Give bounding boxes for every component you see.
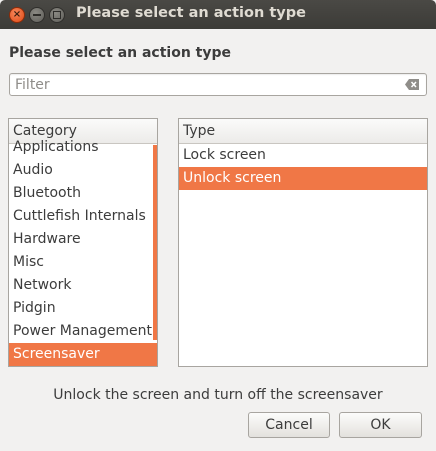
type-item-lock-screen[interactable]: Lock screen — [179, 144, 427, 167]
category-item-misc[interactable]: Misc — [9, 251, 157, 274]
close-window-button[interactable]: × — [9, 7, 25, 23]
title-bar: × Please select an action type — [0, 0, 436, 29]
maximize-window-button[interactable] — [49, 7, 65, 23]
action-description: Unlock the screen and turn off the scree… — [53, 387, 383, 403]
type-items: Lock screen Unlock screen — [179, 144, 427, 190]
ok-button[interactable]: OK — [339, 412, 422, 438]
type-column-header[interactable]: Type — [179, 119, 427, 144]
category-item-hardware[interactable]: Hardware — [9, 228, 157, 251]
filter-field[interactable] — [9, 73, 427, 96]
type-list: Type Lock screen Unlock screen — [178, 118, 428, 367]
category-scrollbar[interactable] — [153, 145, 157, 340]
category-list: Category Applications Audio Bluetooth Cu… — [8, 118, 158, 367]
dialog-heading: Please select an action type — [9, 45, 232, 61]
cancel-button[interactable]: Cancel — [248, 412, 330, 438]
category-item-applications[interactable]: Applications — [9, 136, 157, 159]
filter-input[interactable] — [10, 74, 390, 95]
category-item-network[interactable]: Network — [9, 274, 157, 297]
clear-entry-icon[interactable] — [404, 78, 420, 91]
category-item-cuttlefish-internals[interactable]: Cuttlefish Internals — [9, 205, 157, 228]
category-item-power-management[interactable]: Power Management — [9, 320, 157, 343]
category-item-pidgin[interactable]: Pidgin — [9, 297, 157, 320]
minimize-window-button[interactable] — [29, 7, 45, 23]
category-item-audio[interactable]: Audio — [9, 159, 157, 182]
close-icon: × — [12, 9, 22, 20]
type-item-unlock-screen[interactable]: Unlock screen — [179, 167, 427, 190]
window-title: Please select an action type — [76, 5, 306, 21]
category-item-bluetooth[interactable]: Bluetooth — [9, 182, 157, 205]
category-items: Applications Audio Bluetooth Cuttlefish … — [9, 136, 157, 366]
category-item-screensaver[interactable]: Screensaver — [9, 343, 157, 366]
